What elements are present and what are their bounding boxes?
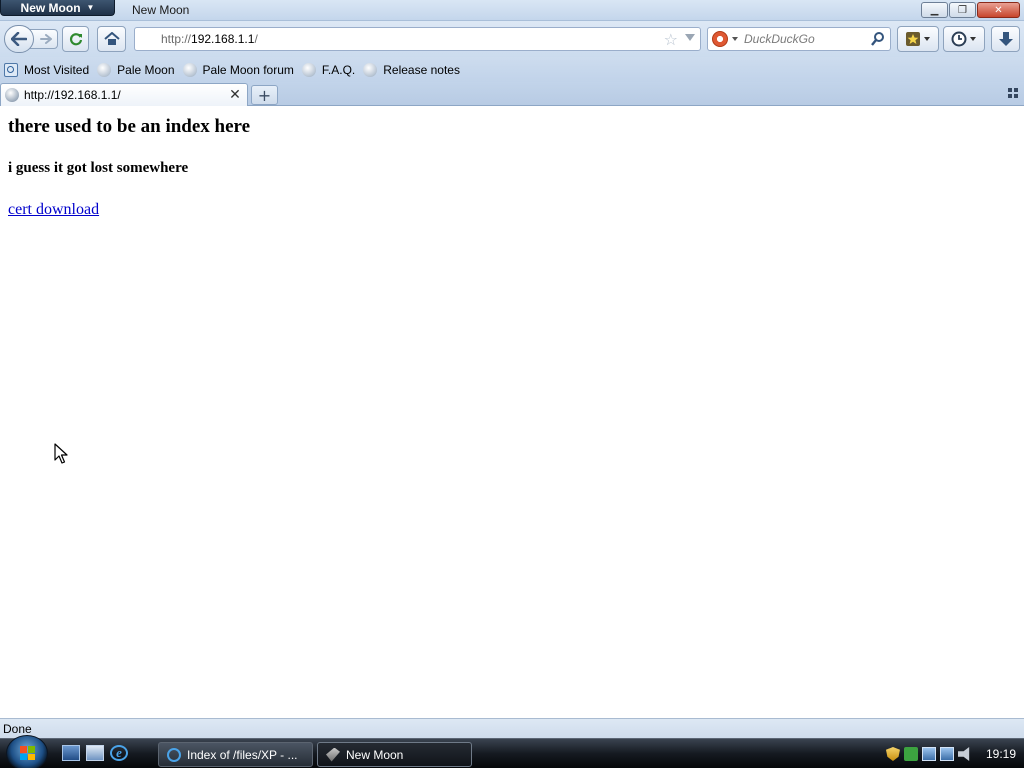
status-text: Done [3,722,32,736]
window-controls: ▁ ❐ ✕ [921,2,1020,18]
tab-current[interactable]: http://192.168.1.1/ ✕ [0,83,248,106]
downloads-button[interactable] [991,26,1020,52]
url-scheme: http:// [161,32,192,46]
app-menu-button[interactable]: New Moon ▼ [0,0,115,16]
tab-strip: http://192.168.1.1/ ✕ + [0,82,1024,106]
globe-icon [301,62,316,77]
network-icon[interactable] [921,747,936,761]
plus-icon: + [257,85,272,105]
taskbar-item-label: Index of /files/XP - ... [187,747,298,762]
reload-button[interactable] [62,26,89,52]
chevron-down-icon: ▼ [86,3,95,12]
page-favicon-icon [5,88,19,102]
bookmarks-toolbar: Most Visited Pale Moon Pale Moon forum F… [0,57,1024,82]
bookmarks-menu-button[interactable] [897,26,939,52]
back-forward-group [4,25,58,53]
show-desktop-icon[interactable] [62,745,80,761]
search-magnifier-icon[interactable] [870,31,886,47]
ie-quicklaunch-icon[interactable]: e [110,745,128,761]
duckduckgo-icon[interactable] [712,31,728,47]
window-title: New Moon [132,3,190,17]
clock[interactable]: 19:19 [986,747,1016,761]
bookmark-label: Pale Moon forum [202,62,294,77]
url-path: / [254,32,258,46]
bookmarks-star-icon [906,32,930,46]
bookmark-most-visited[interactable]: Most Visited [4,62,90,77]
navigation-toolbar: http://192.168.1.1/ ☆ DuckDuckGo [0,21,1024,57]
search-bar[interactable]: DuckDuckGo [707,27,891,51]
app-menu-label: New Moon [20,0,81,15]
taskbar: e Index of /files/XP - ... New Moon 19:1… [0,735,1024,768]
reload-icon [69,33,82,46]
bookmark-star-icon[interactable]: ☆ [664,30,678,49]
minimize-button[interactable]: ▁ [921,2,948,18]
back-arrow-icon [11,32,27,46]
restore-button[interactable]: ❐ [949,2,976,18]
list-all-tabs-icon[interactable] [1008,88,1018,98]
security-shield-icon[interactable] [885,747,900,761]
home-icon [103,32,120,45]
bookmark-label: Most Visited [24,62,90,77]
home-button[interactable] [97,26,126,52]
ie-icon [167,747,181,762]
globe-icon [97,62,112,77]
url-text[interactable]: http://192.168.1.1/ [161,32,258,46]
window-switcher-icon[interactable] [86,745,104,761]
bookmark-label: Release notes [383,62,460,77]
new-moon-icon [326,747,340,762]
close-window-button[interactable]: ✕ [977,2,1020,18]
bookmark-pale-moon[interactable]: Pale Moon [97,62,175,77]
download-arrow-icon [998,32,1013,46]
url-history-dropdown-icon[interactable] [685,34,695,41]
mouse-cursor-icon [54,443,68,464]
forward-arrow-icon [40,34,52,44]
bookmark-faq[interactable]: F.A.Q. [301,62,356,77]
page-subheading: i guess it got lost somewhere [8,160,189,176]
engine-dropdown-icon[interactable] [732,37,738,41]
system-tray: 19:19 [878,741,1024,767]
volume-muted-icon[interactable] [957,747,970,761]
display-icon[interactable] [939,747,954,761]
bookmark-pale-moon-forum[interactable]: Pale Moon forum [182,62,294,77]
taskbar-item-new-moon[interactable]: New Moon [317,742,472,767]
globe-icon [182,62,197,77]
new-tab-button[interactable]: + [251,85,278,105]
taskbar-item-label: New Moon [346,747,404,762]
defender-icon[interactable] [903,747,918,761]
windows-logo-icon [20,746,36,760]
bookmark-label: F.A.Q. [321,62,356,77]
search-input[interactable]: DuckDuckGo [744,32,815,46]
bookmark-label: Pale Moon [117,62,175,77]
back-button[interactable] [4,25,34,53]
history-clock-icon [951,31,976,47]
cert-download-link[interactable]: cert download [8,201,99,219]
url-host: 192.168.1.1 [191,32,255,46]
title-bar: New Moon ▼ New Moon ▁ ❐ ✕ [0,0,1024,21]
taskbar-item-ie[interactable]: Index of /files/XP - ... [158,742,313,767]
most-visited-icon [4,62,18,77]
url-bar[interactable]: http://192.168.1.1/ ☆ [134,27,701,51]
bookmark-release-notes[interactable]: Release notes [363,62,460,77]
page-heading: there used to be an index here [8,116,251,137]
status-bar: Done [0,718,1024,738]
close-tab-icon[interactable]: ✕ [227,87,243,103]
globe-icon [363,62,378,77]
page-content: there used to be an index here i guess i… [0,107,1024,718]
tab-label: http://192.168.1.1/ [24,88,121,102]
history-menu-button[interactable] [943,26,985,52]
start-button[interactable] [6,735,48,768]
